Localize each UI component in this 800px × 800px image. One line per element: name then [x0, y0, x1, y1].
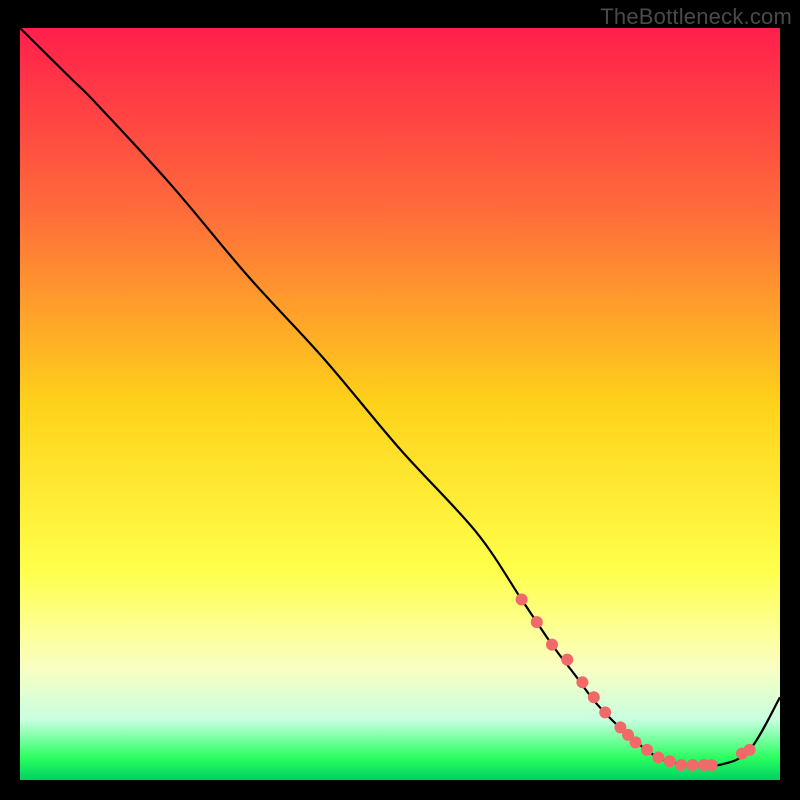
data-marker	[531, 616, 543, 628]
data-marker	[576, 676, 588, 688]
data-marker	[706, 759, 718, 771]
data-marker	[641, 744, 653, 756]
data-marker	[652, 751, 664, 763]
data-marker	[630, 736, 642, 748]
data-marker	[675, 759, 687, 771]
watermark-text: TheBottleneck.com	[600, 4, 792, 30]
chart-svg	[20, 28, 780, 780]
data-marker	[561, 654, 573, 666]
data-marker	[744, 744, 756, 756]
data-marker	[516, 594, 528, 606]
data-marker	[599, 706, 611, 718]
data-marker	[588, 691, 600, 703]
data-marker	[664, 755, 676, 767]
gradient-background	[20, 28, 780, 780]
plot-area	[20, 28, 780, 780]
data-marker	[546, 639, 558, 651]
chart-container: TheBottleneck.com	[0, 0, 800, 800]
data-marker	[687, 759, 699, 771]
